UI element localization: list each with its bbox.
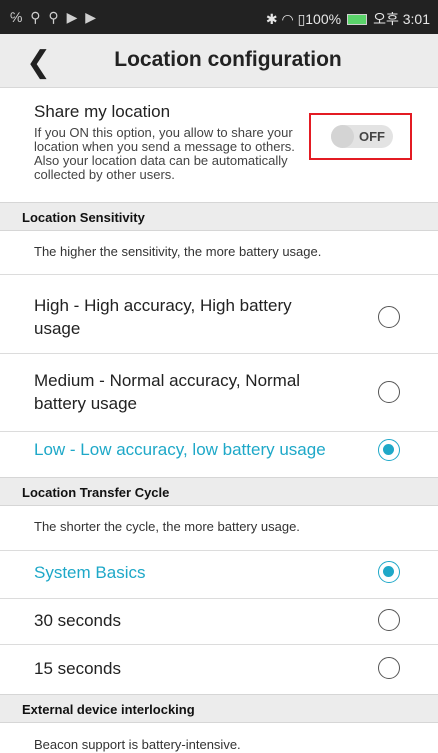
radio-medium[interactable] [378,381,400,403]
option-label: 15 seconds [34,659,121,678]
section-header-transfer: Location Transfer Cycle [0,477,438,506]
page-title: Location configuration [114,48,342,71]
radio-30-seconds[interactable] [378,609,400,631]
option-low[interactable]: Low - Low accuracy, low battery usage [0,432,438,479]
sensitivity-description-row: The higher the sensitivity, the more bat… [0,231,438,275]
option-30-seconds[interactable]: 30 seconds [0,599,438,645]
radio-high[interactable] [378,306,400,328]
status-time: 오후 3:01 [373,11,430,27]
share-location-description: If you ON this option, you allow to shar… [34,125,295,182]
external-description-row: Beacon support is battery-intensive. [0,723,438,753]
section-title: External device interlocking [22,702,195,717]
section-title: Location Sensitivity [22,210,145,225]
option-15-seconds[interactable]: 15 seconds [0,645,438,693]
battery-icon [347,13,368,25]
option-label: 30 seconds [34,611,121,630]
section-title: Location Transfer Cycle [22,485,170,500]
toggle-label: OFF [359,129,385,144]
status-bar: ℅ ⚲ ⚲ ▶ ▶ ✱ ◠ ▯100% 오후 3:01 [0,0,438,34]
share-location-toggle[interactable]: OFF [331,125,393,148]
radio-15-seconds[interactable] [378,657,400,679]
app-header: ❮ Location configuration [0,34,438,88]
transfer-description: The shorter the cycle, the more battery … [34,519,300,534]
option-high[interactable]: High - High accuracy, High battery usage [0,275,438,354]
option-label: High - High accuracy, High battery usage [34,296,292,338]
option-label: System Basics [34,563,146,582]
section-header-sensitivity: Location Sensitivity [0,202,438,231]
toggle-highlight-box: OFF [309,113,412,160]
section-header-external: External device interlocking [0,694,438,723]
radio-system-basics[interactable] [378,561,400,583]
share-location-title: Share my location [34,102,171,121]
option-label: Medium - Normal accuracy, Normal battery… [34,371,301,413]
status-right: ✱ ◠ ▯100% 오후 3:01 [266,9,430,29]
toggle-knob [331,125,354,148]
notification-icons: ℅ ⚲ ⚲ ▶ ▶ [10,9,98,25]
sensitivity-description: The higher the sensitivity, the more bat… [34,244,322,259]
external-description: Beacon support is battery-intensive. [34,737,241,752]
share-location-row: Share my location If you ON this option,… [0,88,438,202]
option-label: Low - Low accuracy, low battery usage [34,440,326,459]
status-indicators: ✱ ◠ ▯100% [265,10,342,27]
option-system-basics[interactable]: System Basics [0,551,438,599]
transfer-description-row: The shorter the cycle, the more battery … [0,506,438,551]
option-medium[interactable]: Medium - Normal accuracy, Normal battery… [0,354,438,432]
radio-low[interactable] [378,439,400,461]
